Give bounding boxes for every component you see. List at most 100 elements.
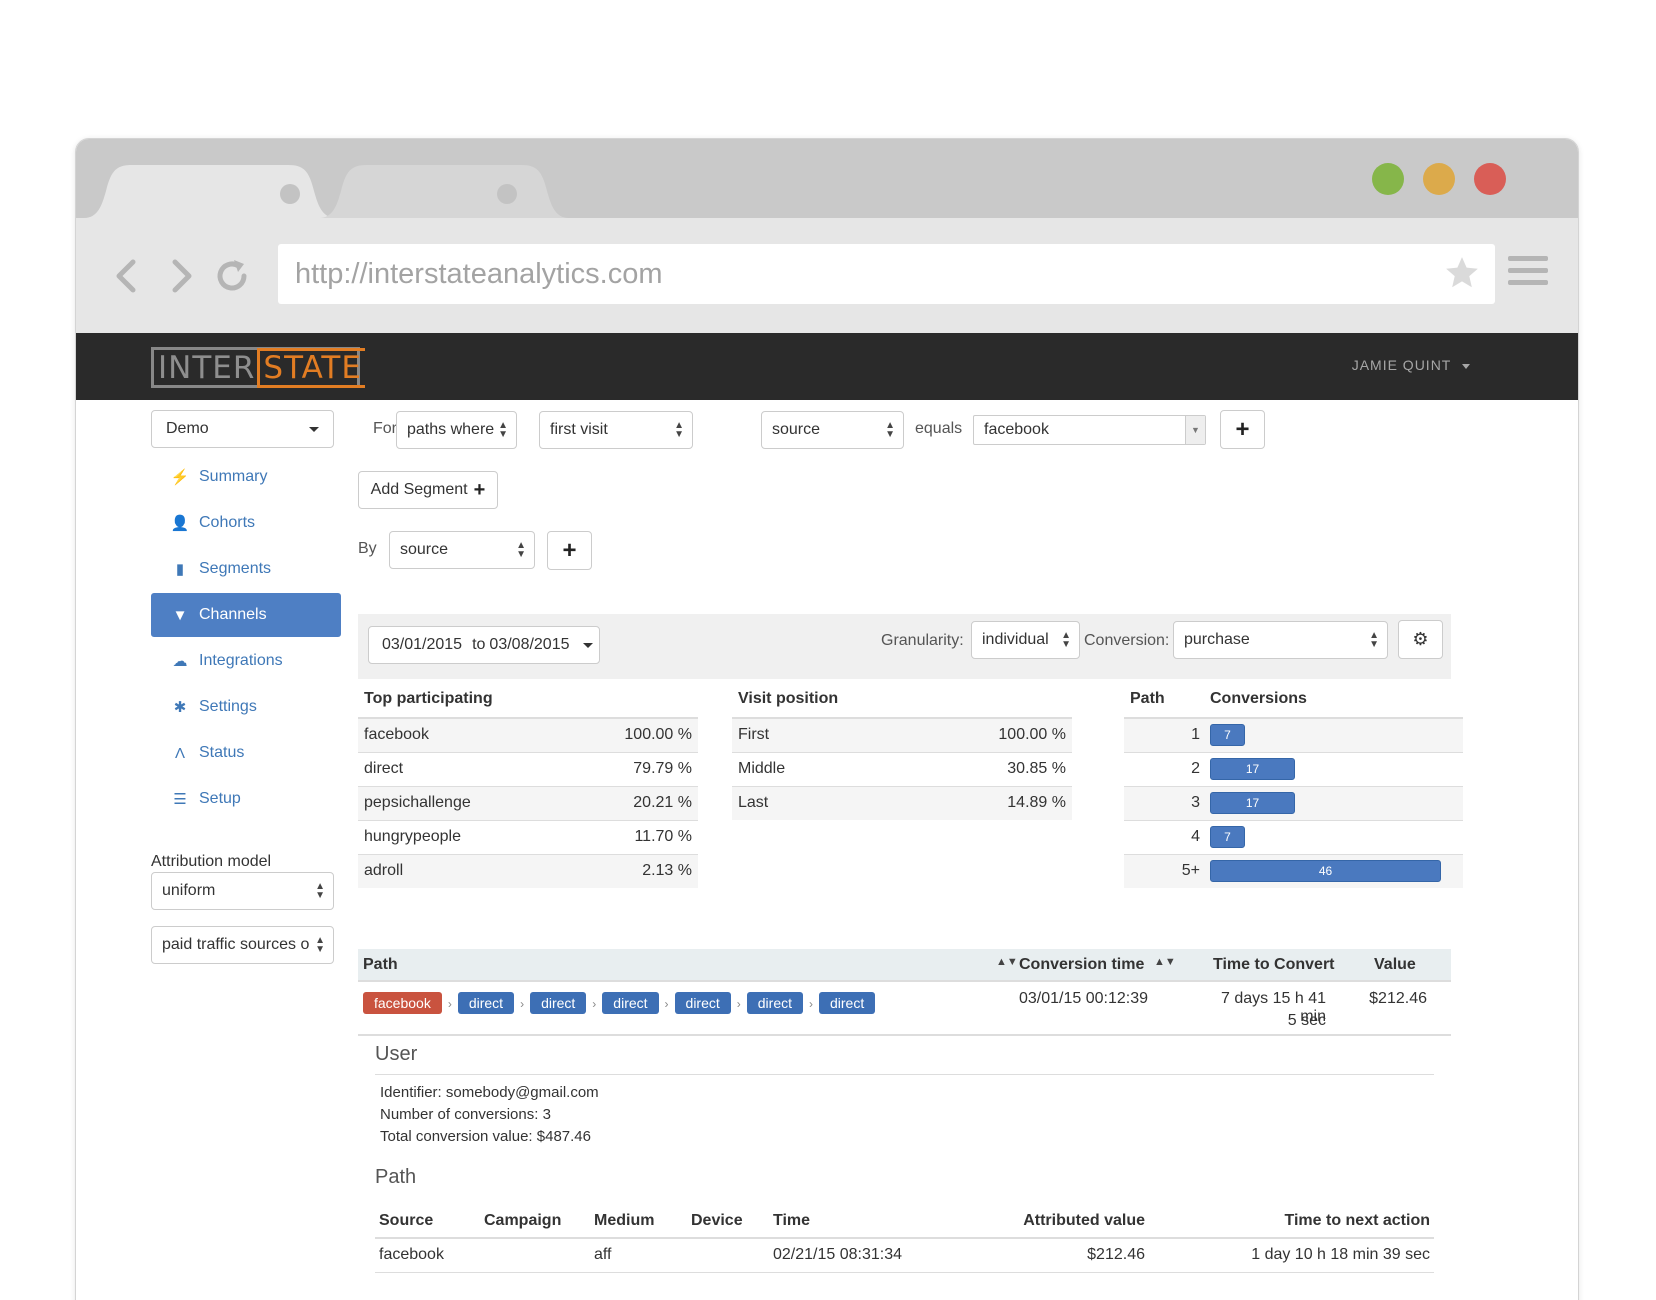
app-navbar: INTER STATE JAMIE QUINT bbox=[76, 333, 1578, 400]
user-path-cell-campaign bbox=[480, 1238, 590, 1272]
path-step-tag[interactable]: direct bbox=[457, 992, 515, 1014]
conversion-select[interactable]: purchase ▲ ▼ bbox=[1173, 621, 1388, 659]
interstate-logo[interactable]: INTER STATE bbox=[151, 347, 365, 388]
sidebar-item-segments[interactable]: ▮ Segments bbox=[151, 547, 341, 591]
conversion-time-column-header[interactable]: Conversion time bbox=[1019, 956, 1144, 974]
tab-close-icon[interactable] bbox=[280, 184, 300, 204]
filter-icon: ▼ bbox=[172, 606, 188, 624]
date-to-label: to bbox=[472, 636, 486, 653]
user-path-cell-value: $212.46 bbox=[1087, 1246, 1145, 1264]
add-group-button[interactable]: + bbox=[547, 531, 592, 570]
project-select-value: Demo bbox=[166, 420, 209, 437]
sidebar-item-label: Cohorts bbox=[199, 514, 256, 531]
bookmark-star-icon[interactable] bbox=[1443, 254, 1481, 292]
back-icon[interactable] bbox=[109, 256, 149, 296]
project-select[interactable]: Demo bbox=[151, 410, 334, 448]
path-column-header[interactable]: Path bbox=[363, 956, 398, 974]
address-bar[interactable] bbox=[278, 244, 1495, 304]
group-by-select[interactable]: source ▲ ▼ bbox=[389, 531, 535, 569]
sort-icon[interactable]: ▲▼ bbox=[1154, 956, 1176, 968]
field-select[interactable]: source ▲ ▼ bbox=[761, 411, 904, 449]
by-label: By bbox=[358, 540, 377, 557]
user-path-cell-device bbox=[687, 1238, 769, 1272]
conversion-bar[interactable]: 46 bbox=[1210, 860, 1441, 883]
sidebar-item-status[interactable]: Ʌ Status bbox=[151, 731, 341, 775]
path-step-tag[interactable]: direct bbox=[819, 992, 876, 1014]
visit-select[interactable]: first visit ▲ ▼ bbox=[539, 411, 693, 449]
date-range-picker[interactable]: 03/01/2015 to 03/08/2015 bbox=[368, 626, 600, 664]
add-filter-button[interactable]: + bbox=[1220, 410, 1265, 449]
sidebar-item-settings[interactable]: ✱ Settings bbox=[151, 685, 341, 729]
table-row: adroll 2.13 % bbox=[358, 853, 698, 888]
table-row: direct 79.79 % bbox=[358, 751, 698, 786]
value-combobox[interactable]: facebook ▼ bbox=[973, 415, 1206, 445]
conversion-bar[interactable]: 7 bbox=[1210, 826, 1245, 848]
url-input[interactable] bbox=[278, 244, 1378, 304]
caret-down-icon bbox=[1462, 363, 1470, 369]
tab-inactive[interactable] bbox=[319, 165, 569, 218]
attribution-model-label: Attribution model bbox=[151, 853, 272, 870]
row-label: First bbox=[732, 717, 877, 752]
user-path-cell-time: 02/21/15 08:31:34 bbox=[773, 1246, 903, 1264]
settings-button[interactable]: ⚙ bbox=[1398, 620, 1443, 659]
table-row: pepsichallenge 20.21 % bbox=[358, 785, 698, 820]
browser-menu-icon[interactable] bbox=[1508, 256, 1548, 290]
add-segment-button[interactable]: Add Segment + bbox=[358, 471, 498, 509]
granularity-select[interactable]: individual ▲ ▼ bbox=[971, 621, 1080, 659]
close-button[interactable] bbox=[1474, 163, 1506, 195]
conversion-bar[interactable]: 17 bbox=[1210, 792, 1295, 814]
paid-traffic-value: paid traffic sources or bbox=[162, 936, 310, 953]
caret-down-icon bbox=[583, 643, 593, 648]
conversions-row: 2 17 bbox=[1124, 751, 1463, 786]
tab-active[interactable] bbox=[84, 165, 336, 218]
logo-text-left: INTER bbox=[158, 349, 256, 386]
path-row[interactable]: facebook › direct › direct › direct › direct › dir… bbox=[358, 982, 1451, 1036]
chevron-right-icon: › bbox=[520, 997, 525, 1011]
paths-where-select[interactable]: paths where ▲ ▼ bbox=[396, 411, 517, 449]
sidebar-item-channels[interactable]: ▼ Channels bbox=[151, 593, 341, 637]
sidebar-item-label: Setup bbox=[199, 790, 241, 807]
visit-position-header: Visit position bbox=[732, 680, 1072, 719]
user-section-title: User bbox=[375, 1043, 418, 1065]
chevron-right-icon: › bbox=[592, 997, 597, 1011]
maximize-button[interactable] bbox=[1372, 163, 1404, 195]
path-step-tag[interactable]: facebook bbox=[363, 992, 442, 1014]
forward-icon[interactable] bbox=[161, 256, 201, 296]
time-to-convert-column-header[interactable]: Time to Convert bbox=[1213, 956, 1335, 974]
combobox-dropdown-icon[interactable]: ▼ bbox=[1185, 416, 1205, 444]
user-menu[interactable]: JAMIE QUINT bbox=[1352, 357, 1470, 373]
table-row: facebook 100.00 % bbox=[358, 717, 698, 752]
path-step-tag[interactable]: direct bbox=[746, 992, 803, 1014]
divider bbox=[375, 1074, 1434, 1075]
path-step-tag[interactable]: direct bbox=[674, 992, 731, 1014]
sidebar-item-setup[interactable]: ☰ Setup bbox=[151, 777, 341, 821]
value-column-header[interactable]: Value bbox=[1374, 956, 1416, 974]
plus-icon: + bbox=[1235, 415, 1250, 443]
user-info: Identifier: somebody@gmail.com Number of… bbox=[380, 1082, 599, 1148]
table-row: First 100.00 % bbox=[732, 717, 1072, 752]
table-row: Last 14.89 % bbox=[732, 785, 1072, 820]
sidebar-item-summary[interactable]: ⚡ Summary bbox=[151, 455, 341, 499]
attribution-model-select[interactable]: uniform ▲ ▼ bbox=[151, 872, 334, 910]
path-step-tag[interactable]: direct bbox=[602, 992, 659, 1014]
row-value: 11.70 % bbox=[561, 819, 698, 854]
row-value: 2.13 % bbox=[561, 853, 698, 888]
conversion-bar[interactable]: 17 bbox=[1210, 758, 1295, 780]
tab-close-icon[interactable] bbox=[497, 184, 517, 204]
conversion-bar[interactable]: 7 bbox=[1210, 724, 1245, 747]
sidebar-item-integrations[interactable]: ☁ Integrations bbox=[151, 639, 341, 683]
minimize-button[interactable] bbox=[1423, 163, 1455, 195]
path-step-tag[interactable]: direct bbox=[530, 992, 587, 1014]
conversions-row: 5+ 46 bbox=[1124, 853, 1463, 888]
sidebar-item-label: Integrations bbox=[199, 652, 283, 669]
reload-icon[interactable] bbox=[212, 256, 252, 296]
paid-traffic-select[interactable]: paid traffic sources or ▲ ▼ bbox=[151, 926, 334, 964]
sort-arrows-icon: ▲ ▼ bbox=[315, 935, 325, 955]
sort-icon[interactable]: ▲▼ bbox=[996, 956, 1018, 968]
user-identifier: Identifier: somebody@gmail.com bbox=[380, 1084, 599, 1101]
browser-window: INTERSTATE JAMIE QUINT Demo ⚡ Summary 👤 Coh… bbox=[75, 138, 1579, 1300]
conversions-by-path-chart: Path Conversions 1 7 2 17 3 17 4 7 5+ 46 bbox=[1124, 680, 1463, 888]
sidebar-item-cohorts[interactable]: 👤 Cohorts bbox=[151, 501, 341, 545]
path-length-label: 1 bbox=[1124, 717, 1210, 752]
row-label: Last bbox=[732, 785, 877, 820]
